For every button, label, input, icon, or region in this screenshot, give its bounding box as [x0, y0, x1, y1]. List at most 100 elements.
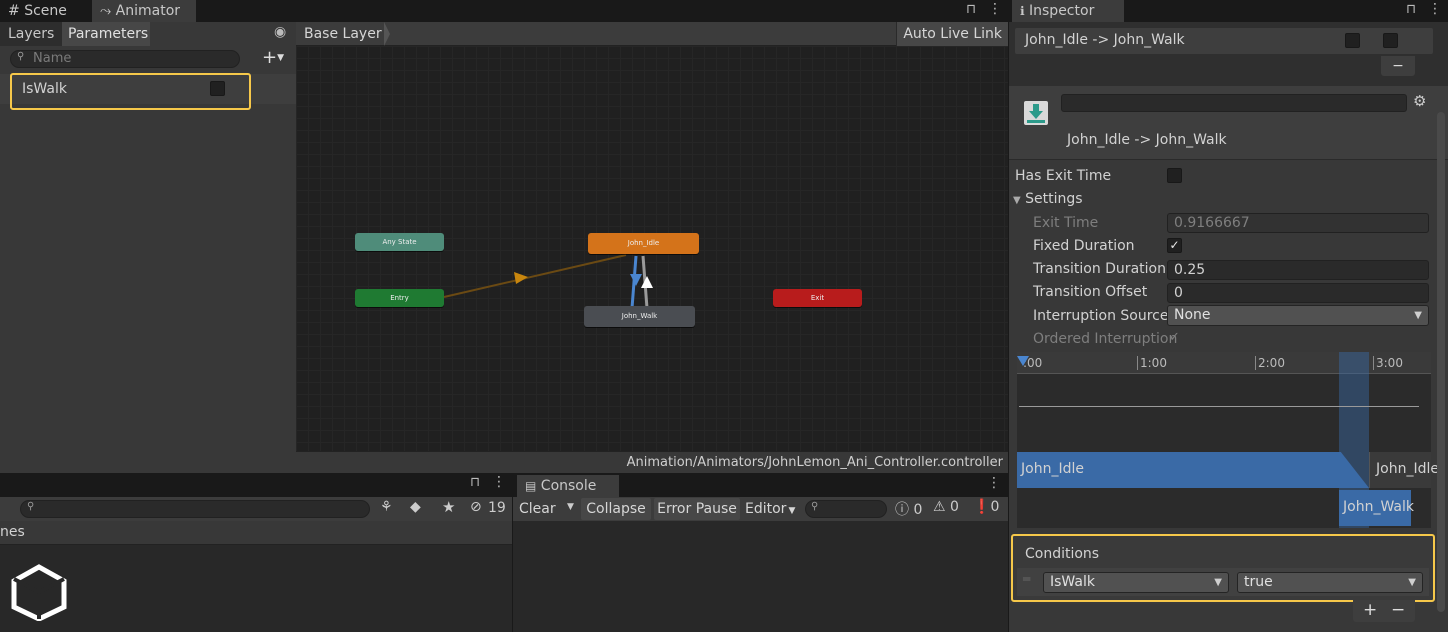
tab-animator-label: Animator	[115, 3, 181, 19]
john-idle-node[interactable]: John_Idle	[588, 233, 699, 254]
transition-mute-toggle[interactable]	[1383, 33, 1398, 48]
animator-icon: ⤳	[100, 3, 112, 19]
fixed-duration-label: Fixed Duration	[1033, 238, 1135, 254]
transition-name-field[interactable]	[1061, 94, 1407, 112]
transition-duration-field[interactable]: 0.25	[1167, 260, 1429, 280]
transition-offset-field[interactable]: 0	[1167, 283, 1429, 303]
interruption-source-dropdown[interactable]: None ▼	[1167, 305, 1429, 326]
interruption-source-chevron-icon: ▼	[1414, 310, 1422, 321]
hidden-count: 19	[488, 500, 506, 516]
has-exit-time-checkbox[interactable]	[1167, 168, 1182, 183]
interruption-source-label: Interruption Source	[1033, 308, 1169, 324]
any-state-node[interactable]: Any State	[355, 233, 444, 251]
transition-solo-toggle[interactable]	[1345, 33, 1360, 48]
transition-offset-label: Transition Offset	[1033, 284, 1148, 300]
ordered-interruption-label: Ordered Interruption	[1033, 331, 1178, 347]
timeline-tick-3: 3:00	[1373, 356, 1403, 370]
warning-icon: ⚠	[933, 499, 946, 515]
interruption-source-value: None	[1174, 307, 1211, 323]
transition-list-item[interactable]: John_Idle -> John_Walk	[1015, 28, 1433, 54]
error-pause-button[interactable]: Error Pause	[654, 498, 740, 520]
clear-button[interactable]: Clear	[515, 498, 561, 520]
return-arrowhead-icon	[641, 276, 653, 288]
entry-arrowhead-icon	[514, 272, 528, 284]
settings-gear-icon[interactable]: ⚙	[1413, 92, 1426, 110]
filter-by-label-icon[interactable]: ◆	[410, 499, 421, 515]
source-state-repeat-bar: John_Idle	[1369, 452, 1439, 488]
parameter-search-input[interactable]: ⚲ Name	[10, 50, 240, 68]
project-more-icon[interactable]: ⋮	[492, 474, 506, 490]
filter-by-type-icon[interactable]: ⚘	[380, 499, 393, 515]
tab-console-label: Console	[540, 478, 597, 494]
transition-title: John_Idle -> John_Walk	[1067, 132, 1227, 148]
warning-toggle[interactable]: ⚠ 0	[933, 499, 959, 515]
collapse-button[interactable]: Collapse	[581, 498, 651, 520]
tab-animator[interactable]: ⤳ Animator	[92, 0, 196, 22]
project-search-input[interactable]: ⚲	[20, 500, 370, 518]
editor-dropdown[interactable]: Editor ▼	[742, 498, 800, 520]
exit-time-label: Exit Time	[1033, 215, 1099, 231]
lock-icon[interactable]: ⊓	[966, 2, 976, 17]
dest-state-label: John_Walk	[1343, 499, 1414, 515]
entry-node[interactable]: Entry	[355, 289, 444, 307]
project-tabbar: ⊓ ⋮	[0, 473, 512, 497]
project-breadcrumb-row: nes	[0, 521, 512, 545]
editor-label: Editor	[745, 501, 787, 517]
eye-icon[interactable]: ◉	[274, 24, 286, 40]
settings-foldout[interactable]: ▼ Settings	[1013, 191, 1083, 207]
favorites-star-icon[interactable]: ★	[442, 498, 455, 516]
layers-tab[interactable]: Layers	[0, 22, 62, 46]
transition-list-item-label: John_Idle -> John_Walk	[1025, 32, 1185, 48]
console-more-icon[interactable]: ⋮	[987, 475, 1001, 491]
ordered-interruption-checkbox: ✓	[1169, 330, 1180, 345]
chevron-down-icon: ▼	[277, 53, 285, 63]
add-parameter-button[interactable]: +▼	[262, 47, 284, 68]
has-exit-time-label: Has Exit Time	[1015, 168, 1112, 184]
selected-arrowhead-icon	[630, 274, 642, 286]
dest-state-bar[interactable]: John_Walk	[1339, 490, 1414, 526]
project-folder-label[interactable]: nes	[0, 524, 25, 540]
inspector-panel: John_Idle -> John_Walk − ⚙ John_Idle -> …	[1008, 22, 1448, 632]
clear-options-chevron-icon[interactable]: ▼	[567, 502, 574, 512]
remove-condition-button[interactable]: −	[1391, 600, 1405, 620]
animator-graph[interactable]: Base Layer Auto Live Link Any State Entr…	[296, 22, 1008, 473]
fixed-duration-checkbox[interactable]: ✓	[1167, 238, 1182, 253]
error-count: 0	[990, 499, 1000, 515]
project-lock-icon[interactable]: ⊓	[470, 475, 480, 490]
entry-to-idle-transition[interactable]	[443, 254, 627, 298]
tab-scene-label: Scene	[24, 3, 67, 19]
timeline-curve	[1019, 406, 1419, 407]
timeline-tick-1: 1:00	[1137, 356, 1167, 370]
more-options-icon[interactable]: ⋮	[988, 1, 1002, 17]
john-walk-node[interactable]: John_Walk	[584, 306, 695, 327]
exit-node[interactable]: Exit	[773, 289, 862, 307]
source-state-label: John_Idle	[1021, 461, 1084, 477]
log-count: 0	[913, 502, 923, 518]
console-panel: ▤ Console ⋮ Clear ▼ Collapse Error Pause…	[512, 473, 1009, 632]
inspector-lock-icon[interactable]: ⊓	[1406, 2, 1416, 17]
tab-scene[interactable]: # Scene	[0, 0, 75, 22]
console-search-input[interactable]: ⚲	[805, 500, 887, 518]
inspector-more-icon[interactable]: ⋮	[1428, 1, 1442, 17]
tab-console[interactable]: ▤ Console	[517, 475, 619, 497]
hidden-packages-icon[interactable]: ⊘	[470, 499, 482, 515]
controller-path: Animation/Animators/JohnLemon_Ani_Contro…	[626, 455, 1003, 470]
project-search-icon: ⚲	[27, 501, 35, 512]
parameters-tab[interactable]: Parameters	[62, 22, 150, 46]
error-toggle[interactable]: ❗0	[973, 499, 999, 515]
remove-transition-button[interactable]: −	[1381, 56, 1415, 76]
search-placeholder: Name	[33, 51, 72, 66]
console-search-icon: ⚲	[811, 501, 819, 512]
condition-buttons: + −	[1353, 600, 1415, 622]
add-condition-button[interactable]: +	[1363, 600, 1377, 620]
console-tabbar: ▤ Console ⋮	[513, 473, 1009, 497]
log-icon: ⓘ	[895, 502, 909, 518]
transition-timeline[interactable]: :00 1:00 2:00 3:00 John_Idle John_Idle J…	[1017, 352, 1439, 528]
tab-inspector[interactable]: ℹ Inspector	[1012, 0, 1124, 22]
transition-list: John_Idle -> John_Walk −	[1009, 22, 1448, 86]
inspector-scrollbar[interactable]	[1437, 112, 1445, 612]
source-state-bar[interactable]: John_Idle	[1017, 452, 1369, 488]
project-toolbar: ⚲ ⚘ ◆ ★ ⊘ 19	[0, 497, 512, 521]
source-state-repeat-label: John_Idle	[1376, 461, 1439, 477]
log-toggle[interactable]: ⓘ 0	[895, 499, 922, 519]
